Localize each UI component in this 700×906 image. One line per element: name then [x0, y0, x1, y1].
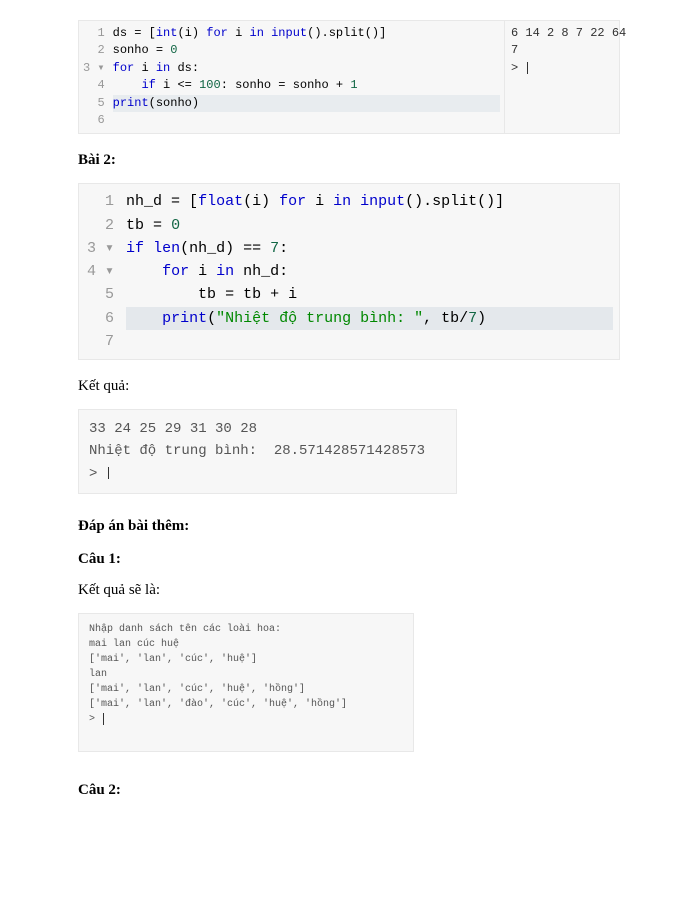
code-line: for i in nh_d:	[126, 260, 613, 283]
line-number-gutter: 123 ▾456	[79, 21, 111, 133]
code-line: sonho = 0	[113, 42, 500, 59]
line-number: 5	[83, 95, 105, 112]
line-number: 4 ▾	[87, 260, 114, 283]
code-line: if len(nh_d) == 7:	[126, 237, 613, 260]
heading-dap-an: Đáp án bài thêm:	[78, 518, 620, 535]
code-line	[113, 112, 500, 129]
code-block-2: 123 ▾4 ▾567 nh_d = [float(i) for i in in…	[78, 183, 620, 360]
code-line: tb = tb + i	[126, 283, 613, 306]
heading-bai-2: Bài 2:	[78, 152, 620, 169]
code-output-pane: 6 14 2 8 7 22 64 7 >	[504, 21, 619, 133]
code-line: print("Nhiệt độ trung bình: ", tb/7)	[126, 307, 613, 330]
line-number: 3 ▾	[83, 60, 105, 77]
output-block-1: 33 24 25 29 31 30 28 Nhiệt độ trung bình…	[78, 409, 457, 494]
heading-cau-1: Câu 1:	[78, 551, 620, 568]
code-line: tb = 0	[126, 214, 613, 237]
heading-cau-2: Câu 2:	[78, 782, 620, 799]
line-number: 4	[83, 77, 105, 94]
line-number: 1	[83, 25, 105, 42]
code-lines: nh_d = [float(i) for i in input().split(…	[124, 184, 619, 359]
code-left-pane: 123 ▾456 ds = [int(i) for i in input().s…	[79, 21, 504, 133]
code-lines: ds = [int(i) for i in input().split()]so…	[111, 21, 504, 133]
ket-qua-se-la: Kết quả sẽ là:	[78, 582, 620, 599]
code-line: nh_d = [float(i) for i in input().split(…	[126, 190, 613, 213]
line-number: 6	[83, 112, 105, 129]
code-line: ds = [int(i) for i in input().split()]	[113, 25, 500, 42]
line-number: 3 ▾	[87, 237, 114, 260]
output-block-2: Nhập danh sách tên các loài hoa: mai lan…	[78, 613, 414, 752]
line-number: 6	[87, 307, 114, 330]
line-number: 2	[83, 42, 105, 59]
code-line	[126, 330, 613, 353]
code-block-1: 123 ▾456 ds = [int(i) for i in input().s…	[78, 20, 620, 134]
line-number-gutter: 123 ▾4 ▾567	[79, 184, 124, 359]
line-number: 2	[87, 214, 114, 237]
code-line: for i in ds:	[113, 60, 500, 77]
code-line: if i <= 100: sonho = sonho + 1	[113, 77, 500, 94]
code-line: print(sonho)	[113, 95, 500, 112]
ket-qua-label: Kết quả:	[78, 378, 620, 395]
line-number: 1	[87, 190, 114, 213]
line-number: 5	[87, 283, 114, 306]
line-number: 7	[87, 330, 114, 353]
document-content: 123 ▾456 ds = [int(i) for i in input().s…	[0, 20, 700, 799]
